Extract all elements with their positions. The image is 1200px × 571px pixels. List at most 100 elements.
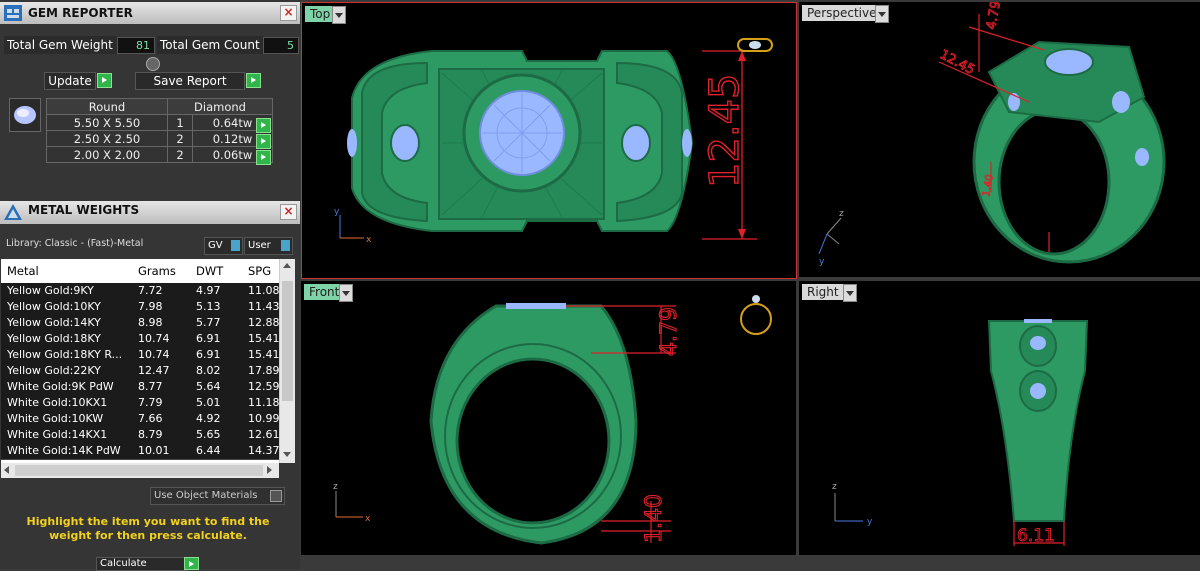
col-metal[interactable]: Metal [7,264,39,278]
metal-cell-metal: Yellow Gold:22KY [7,364,101,377]
metal-weights-list[interactable]: Metal Grams DWT SPG Yellow Gold:9KY 7.72 4… [1,259,295,463]
splitter-handle[interactable] [146,57,160,71]
gem-reporter-titlebar: GEM REPORTER × [0,2,300,24]
perspective-ring-drawing: 12.45 4.79 1.40 z y [818,2,1166,267]
axis-triad [818,217,842,255]
select-gem-row-icon[interactable] [256,134,271,149]
metal-weights-close-icon[interactable]: × [280,204,297,220]
metal-row[interactable]: Yellow Gold:9KY 7.72 4.97 11.08 [1,283,279,300]
gem-reporter-close-icon[interactable]: × [280,5,297,21]
metal-row[interactable]: White Gold:9K PdW 8.77 5.64 12.59 [1,379,279,396]
metal-cell-grams: 7.98 [138,300,163,313]
metal-cell-dwt: 5.64 [196,380,221,393]
update-go-icon[interactable] [97,73,112,88]
hscroll-thumb[interactable] [15,465,263,476]
viewport-top[interactable]: Top 12.45 y x [301,2,797,279]
calculate-go-icon[interactable] [184,557,199,570]
viewport-front[interactable]: Front 4.79 1.40 z x [301,281,796,555]
scroll-up-icon[interactable] [283,263,291,268]
gem-row[interactable]: 2.50 X 2.50 2 0.12tw [46,130,273,147]
gem-count: 1 [167,114,193,131]
metal-cell-grams: 7.66 [138,412,163,425]
gv-label: GV [208,240,223,251]
gem-size: 5.50 X 5.50 [46,114,168,131]
axis-z-label: z [839,209,844,219]
metal-cell-metal: White Gold:9K PdW [7,380,114,393]
axis-z-label: z [333,482,338,492]
select-gem-row-icon[interactable] [256,118,271,133]
gem-count: 2 [167,130,193,147]
user-toggle[interactable]: User [244,237,293,255]
metal-cell-dwt: 6.44 [196,444,221,457]
scroll-left-icon[interactable] [4,466,9,474]
metal-cell-grams: 7.72 [138,284,163,297]
metal-row[interactable]: Yellow Gold:18KY R... 10.74 6.91 15.41 [1,347,279,364]
metal-row[interactable]: White Gold:14K PdW 10.01 6.44 14.37 [1,443,279,460]
select-gem-row-icon[interactable] [256,150,271,165]
save-report-go-icon[interactable] [246,73,261,88]
metal-cell-spg: 15.41 [248,332,279,345]
metal-cell-spg: 10.99 [248,412,279,425]
use-object-materials-label: Use Object Materials [154,490,258,501]
metal-cell-grams: 12.47 [138,364,170,377]
gem-reporter-title: GEM REPORTER [28,6,133,20]
metal-cell-metal: White Gold:14KX1 [7,428,108,441]
metal-row[interactable]: Yellow Gold:14KY 8.98 5.77 12.88 [1,315,279,332]
metal-row[interactable]: White Gold:10KX1 7.79 5.01 11.18 [1,395,279,412]
gem-shape-header: Round [46,98,168,115]
round-gem-icon [9,98,41,132]
gem-row[interactable]: 5.50 X 5.50 1 0.64tw [46,114,273,131]
gem-reporter-icon [4,5,22,21]
gv-toggle[interactable]: GV [204,237,243,255]
user-toggle-icon [281,240,290,251]
viewport-right[interactable]: Right 6.11 z y [799,281,1200,555]
metal-cell-spg: 11.43 [248,300,279,313]
metal-cell-spg: 12.61 [248,428,279,441]
mini-ring-icon [737,38,773,52]
perspective-dimension-b: 4.79 [984,2,1004,31]
metal-cell-spg: 17.89 [248,364,279,377]
metal-row[interactable]: White Gold:10KW 7.66 4.92 10.99 [1,411,279,428]
metal-list-vscroll[interactable] [279,259,295,463]
top-view-ring-drawing: 12.45 y x [334,38,773,245]
metal-cell-dwt: 4.97 [196,284,221,297]
left-panel: GEM REPORTER × Total Gem Weight 81 Total… [0,0,300,571]
metal-cell-spg: 12.59 [248,380,279,393]
scroll-right-icon[interactable] [267,466,272,474]
save-report-button[interactable]: Save Report [135,72,245,90]
metal-cell-metal: Yellow Gold:18KY [7,332,101,345]
metal-weights-titlebar: METAL WEIGHTS × [0,201,300,224]
update-button[interactable]: Update [44,72,96,90]
metal-cell-grams: 10.74 [138,332,170,345]
viewport-perspective[interactable]: Perspective 12.45 4.79 1.40 z y [799,2,1200,277]
metal-cell-grams: 10.74 [138,348,170,361]
total-gem-count-label: Total Gem Count [157,36,264,54]
metal-row[interactable]: White Gold:14KX1 8.79 5.65 12.61 [1,427,279,444]
metal-cell-spg: 14.37 [248,444,279,457]
metal-library-label: Library: Classic - (Fast)-Metal [6,238,144,249]
metal-list-header: Metal Grams DWT SPG [1,259,279,283]
metal-cell-dwt: 5.77 [196,316,221,329]
metal-cell-metal: Yellow Gold:18KY R... [7,348,123,361]
axis-triad [834,493,863,522]
scroll-down-icon[interactable] [283,452,291,457]
scroll-thumb[interactable] [282,281,293,401]
perspective-dimension-a: 12.45 [937,47,977,78]
metal-row[interactable]: Yellow Gold:10KY 7.98 5.13 11.43 [1,299,279,316]
metal-row[interactable]: Yellow Gold:22KY 12.47 8.02 17.89 [1,363,279,380]
metal-weights-icon [4,204,22,220]
gem-row[interactable]: 2.00 X 2.00 2 0.06tw [46,146,273,163]
metal-list-hscroll[interactable] [1,463,279,478]
metal-row[interactable]: Yellow Gold:18KY 10.74 6.91 15.41 [1,331,279,348]
col-dwt[interactable]: DWT [196,264,223,278]
col-grams[interactable]: Grams [138,264,176,278]
metal-cell-spg: 12.88 [248,316,279,329]
use-object-materials-checkbox[interactable]: Use Object Materials [150,487,285,505]
gem-size: 2.00 X 2.00 [46,146,168,163]
gem-table: Round Diamond 5.50 X 5.50 1 0.64tw 2.50 … [46,98,273,163]
col-spg[interactable]: SPG [248,264,271,278]
metal-cell-metal: White Gold:10KX1 [7,396,108,409]
metal-cell-spg: 11.08 [248,284,279,297]
metal-cell-dwt: 4.92 [196,412,221,425]
front-dimension-b: 1.40 [642,494,667,543]
